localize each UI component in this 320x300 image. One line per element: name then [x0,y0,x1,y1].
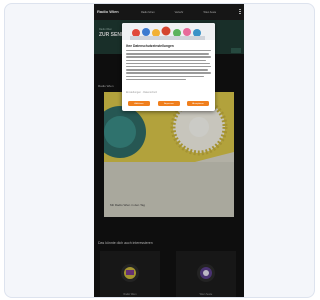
consent-body-text [126,50,211,82]
consent-dialog: Ihre Datenschutzeinstellungen Einstellun… [122,23,215,111]
mobile-viewport: Radio Wien Radio hören Verkehr Wien heut… [94,4,244,297]
consent-banner-image [122,23,215,40]
reject-button[interactable]: Ablehnen [128,101,150,106]
screenshot-frame: Radio Wien Radio hören Verkehr Wien heut… [4,3,315,298]
consent-settings-link[interactable]: Einstellungen · Datenschutz [126,91,157,94]
accept-button[interactable]: Akzeptieren [187,101,209,106]
consent-title: Ihre Datenschutzeinstellungen [126,44,174,48]
customize-button[interactable]: Anpassen [158,101,180,106]
characters-illustration [122,23,215,40]
